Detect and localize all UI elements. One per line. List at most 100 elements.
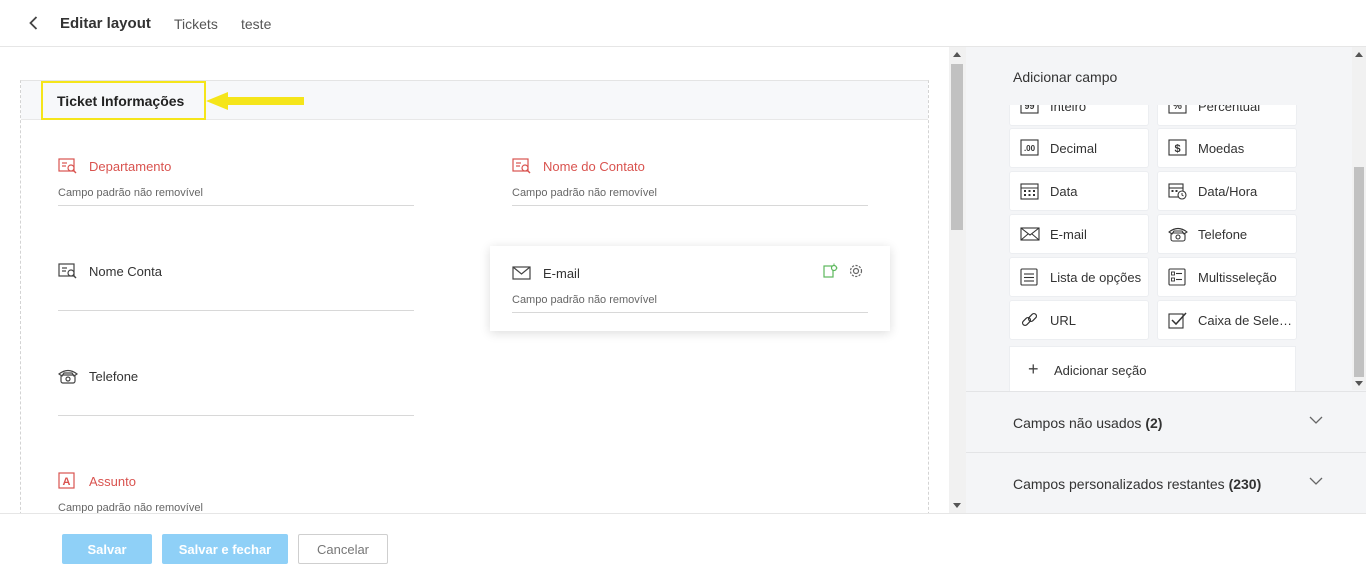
tile-data-hora[interactable]: Data/Hora xyxy=(1158,172,1296,210)
field-underline xyxy=(58,205,414,206)
svg-text:.00: .00 xyxy=(1024,144,1036,153)
tile-label: Telefone xyxy=(1198,227,1248,242)
checkbox-icon xyxy=(1168,311,1188,329)
text-field-icon: A xyxy=(58,472,78,490)
picklist-icon xyxy=(1020,268,1040,286)
add-section-button[interactable]: + Adicionar seção xyxy=(1010,347,1295,392)
gear-icon[interactable] xyxy=(848,263,864,279)
field-label: Nome do Contato xyxy=(543,159,645,174)
field-permission-icon[interactable] xyxy=(822,263,838,279)
tile-label: Data/Hora xyxy=(1198,184,1258,199)
lookup-icon xyxy=(58,157,78,175)
tile-label: E-mail xyxy=(1050,227,1087,242)
tile-label: Data xyxy=(1050,184,1078,199)
field-email[interactable]: E-mail Campo padrão não removível xyxy=(512,264,868,326)
envelope-icon xyxy=(512,264,532,282)
tile-multisselecao[interactable]: Multisseleção xyxy=(1158,258,1296,296)
section-title[interactable]: Ticket Informações xyxy=(57,93,184,109)
field-hint: Campo padrão não removível xyxy=(512,294,657,306)
field-actions xyxy=(822,263,864,279)
field-nome-conta[interactable]: Nome Conta xyxy=(58,262,414,324)
accordion-title: Campos personalizados restantes xyxy=(1013,476,1225,492)
tile-label: Multisseleção xyxy=(1198,270,1277,285)
field-hint: Campo padrão não removível xyxy=(512,187,657,199)
accordion-unused-fields[interactable]: Campos não usados (2) xyxy=(966,391,1366,452)
scroll-down-icon[interactable] xyxy=(953,503,961,508)
tile-label: Percentual xyxy=(1198,105,1261,114)
field-label: Nome Conta xyxy=(89,264,162,279)
tile-decimal[interactable]: .00 Decimal xyxy=(1010,129,1148,167)
plus-icon: + xyxy=(1028,359,1039,379)
accordion-count: (2) xyxy=(1145,415,1163,431)
tile-label: Inteiro xyxy=(1050,105,1087,114)
scrollbar-thumb[interactable] xyxy=(951,64,963,230)
tile-lista-opcoes[interactable]: Lista de opções xyxy=(1010,258,1148,296)
breadcrumb-layout[interactable]: teste xyxy=(241,16,271,32)
back-arrow-icon[interactable] xyxy=(24,13,44,33)
tile-percentual[interactable]: % Percentual xyxy=(1158,105,1296,125)
phone-icon xyxy=(1168,225,1188,243)
multiselect-icon xyxy=(1168,268,1188,286)
svg-text:%: % xyxy=(1173,105,1182,112)
field-palette-panel: Adicionar campo 99 Inteiro % Percentual … xyxy=(966,47,1366,513)
svg-text:99: 99 xyxy=(1024,105,1034,111)
tile-caixa-selecao[interactable]: Caixa de Seleção xyxy=(1158,301,1296,339)
add-section-label: Adicionar seção xyxy=(1054,363,1147,378)
footer-actions: Salvar Salvar e fechar Cancelar xyxy=(0,513,1366,578)
calendar-icon xyxy=(1020,182,1040,200)
tile-moedas[interactable]: $ Moedas xyxy=(1158,129,1296,167)
tile-label: URL xyxy=(1050,313,1077,328)
canvas-scrollbar[interactable] xyxy=(949,47,966,513)
phone-icon xyxy=(57,367,79,385)
field-nome-contato[interactable]: Nome do Contato Campo padrão não removív… xyxy=(512,157,868,219)
accordion-label: Campos não usados (2) xyxy=(1013,415,1162,431)
field-card-email[interactable]: E-mail Campo padrão não removível xyxy=(490,246,890,331)
field-label: Departamento xyxy=(89,159,172,174)
field-underline xyxy=(512,312,868,313)
field-underline xyxy=(512,205,868,206)
section-header[interactable]: Ticket Informações xyxy=(21,81,928,120)
field-departamento[interactable]: Departamento Campo padrão não removível xyxy=(58,157,414,219)
breadcrumb-module[interactable]: Tickets xyxy=(174,16,218,32)
scroll-up-icon[interactable] xyxy=(953,52,961,57)
chevron-down-icon[interactable] xyxy=(1309,412,1323,424)
field-hint: Campo padrão não removível xyxy=(58,502,203,513)
field-telefone[interactable]: Telefone xyxy=(57,367,414,429)
tile-data[interactable]: Data xyxy=(1010,172,1148,210)
svg-text:$: $ xyxy=(1174,143,1180,155)
link-icon xyxy=(1020,311,1040,329)
field-assunto[interactable]: A Assunto Campo padrão não removível xyxy=(58,472,414,513)
accordion-title: Campos não usados xyxy=(1013,415,1142,431)
tile-url[interactable]: URL xyxy=(1010,301,1148,339)
lookup-icon xyxy=(58,262,78,280)
tile-label: Moedas xyxy=(1198,141,1245,156)
page-title: Editar layout xyxy=(60,15,151,32)
save-button[interactable]: Salvar xyxy=(62,534,152,564)
accordion-label: Campos personalizados restantes (230) xyxy=(1013,476,1261,492)
svg-text:A: A xyxy=(63,476,71,488)
lookup-icon xyxy=(512,157,532,175)
field-label: Assunto xyxy=(89,474,136,489)
tile-inteiro[interactable]: 99 Inteiro xyxy=(1010,105,1148,125)
tile-label: Caixa de Seleção xyxy=(1198,313,1292,328)
tile-telefone[interactable]: Telefone xyxy=(1158,215,1296,253)
currency-icon: $ xyxy=(1168,139,1188,157)
field-hint: Campo padrão não removível xyxy=(58,187,203,199)
save-and-close-button[interactable]: Salvar e fechar xyxy=(162,534,288,564)
integer-icon: 99 xyxy=(1020,105,1040,115)
scrollbar-thumb[interactable] xyxy=(1354,167,1364,377)
cancel-button[interactable]: Cancelar xyxy=(298,534,388,564)
accordion-remaining-custom-fields[interactable]: Campos personalizados restantes (230) xyxy=(966,452,1366,513)
chevron-down-icon[interactable] xyxy=(1309,473,1323,485)
scroll-down-icon[interactable] xyxy=(1355,381,1363,386)
field-label: E-mail xyxy=(543,266,580,281)
calendar-clock-icon xyxy=(1168,182,1188,200)
page-header: Editar layout Tickets teste xyxy=(0,0,1366,47)
scroll-up-icon[interactable] xyxy=(1355,52,1363,57)
pointer-arrow-icon xyxy=(206,92,304,110)
tile-email[interactable]: E-mail xyxy=(1010,215,1148,253)
tile-label: Decimal xyxy=(1050,141,1097,156)
tile-label: Lista de opções xyxy=(1050,270,1142,285)
palette-scrollbar[interactable] xyxy=(1352,47,1366,390)
accordion-count: (230) xyxy=(1228,476,1262,492)
